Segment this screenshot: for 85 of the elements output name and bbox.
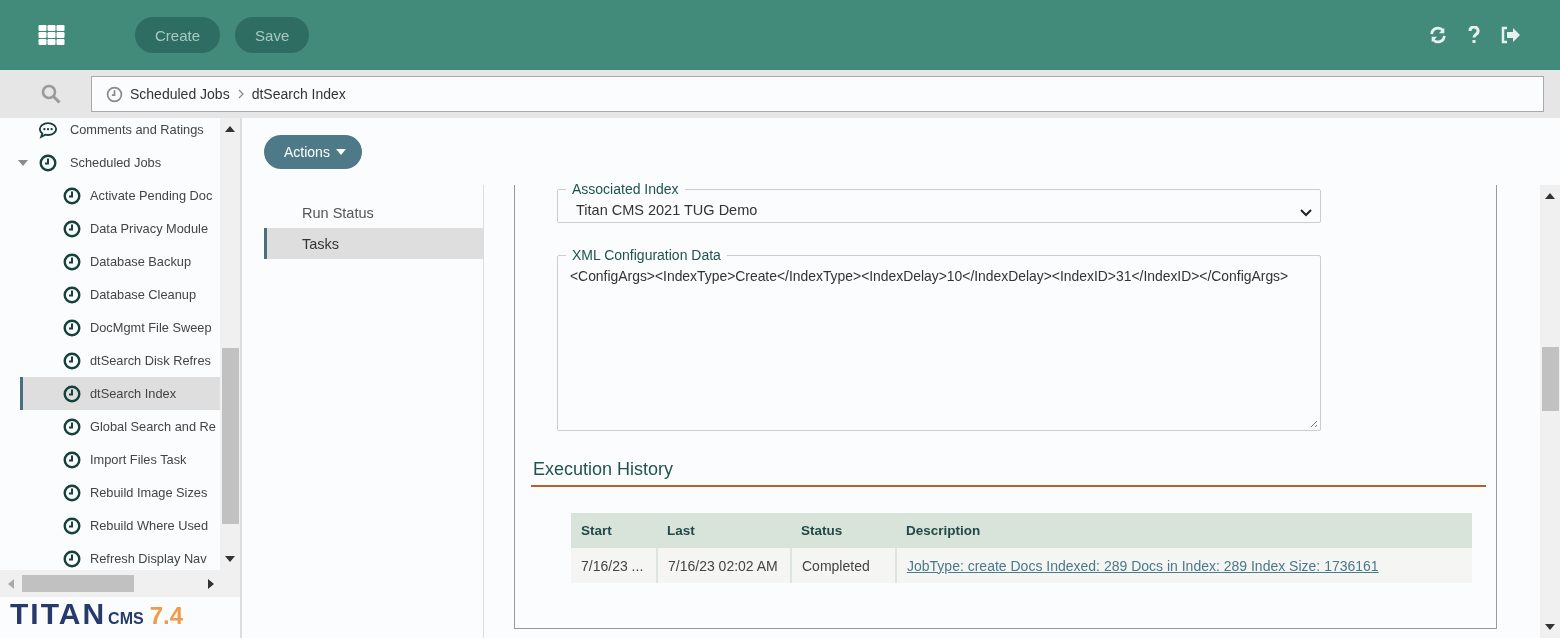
scroll-up-arrow-icon[interactable] [225, 126, 235, 132]
tree-item-label: Database Cleanup [90, 287, 196, 302]
tree-item[interactable]: Database Backup [20, 245, 220, 278]
xml-text: <ConfigArgs><IndexType>Create</IndexType><IndexDelay>10</IndexDelay><IndexID>31</IndexID></ConfigArgs> [569, 267, 1290, 284]
clock-icon [62, 186, 82, 205]
tree-item-label: Data Privacy Module [90, 221, 209, 236]
tree-item[interactable]: Comments and Ratings [0, 113, 220, 146]
titan-cms-logo: TITAN CMS 7.4 [9, 597, 185, 632]
tree-item[interactable]: Activate Pending Doc [20, 179, 220, 212]
tree-item-label: Global Search and Re [90, 419, 216, 434]
scroll-left-arrow-icon[interactable] [8, 578, 14, 589]
refresh-icon[interactable] [1428, 26, 1448, 44]
breadcrumb-link[interactable]: Scheduled Jobs [130, 86, 230, 102]
scrollbar-thumb[interactable] [22, 575, 134, 592]
clock-icon [38, 153, 58, 172]
clock-icon [62, 285, 82, 304]
table-cell: 7/16/23 ... [571, 548, 657, 583]
column-header: Last [657, 513, 791, 548]
tree-item-label: Comments and Ratings [70, 122, 204, 137]
column-header: Description [896, 513, 1472, 548]
field-label: XML Configuration Data [571, 247, 722, 263]
tree-item[interactable]: Refresh Display Nav [20, 542, 220, 570]
tree-item[interactable]: Rebuild Where Used [20, 509, 220, 542]
caret-icon [335, 148, 346, 155]
tree-item[interactable]: dtSearch Disk Refres [20, 344, 220, 377]
clock-icon [62, 219, 82, 238]
help-icon[interactable] [1468, 26, 1480, 44]
tree-item-label: DocMgmt File Sweep [90, 320, 212, 335]
clock-icon [62, 450, 82, 469]
tree-item-label: Refresh Display Nav [90, 551, 207, 566]
search-icon[interactable] [41, 84, 61, 104]
vertical-scrollbar[interactable] [1540, 185, 1560, 638]
clock-icon [62, 516, 82, 535]
apps-grid-icon[interactable] [38, 25, 65, 45]
resize-grip-icon[interactable] [1308, 418, 1318, 428]
tree-item[interactable]: Rebuild Image Sizes [20, 476, 220, 509]
speech-bubble-icon [38, 120, 58, 139]
tree-item-label: dtSearch Index [90, 386, 177, 401]
clock-icon [62, 384, 82, 403]
horizontal-scrollbar[interactable] [0, 570, 240, 597]
tree-item[interactable]: dtSearch Index [20, 377, 220, 410]
scroll-up-arrow-icon[interactable] [1545, 193, 1555, 199]
tree-item[interactable]: Database Cleanup [20, 278, 220, 311]
field-label: Associated Index [571, 181, 680, 197]
clock-icon [62, 351, 82, 370]
tree-item[interactable]: Scheduled Jobs [0, 146, 220, 179]
tree-item-label: dtSearch Disk Refres [90, 353, 211, 368]
tree-item-label: Scheduled Jobs [70, 155, 162, 170]
table-cell: Completed [791, 548, 896, 583]
table-cell: 7/16/23 02:02 AM [657, 548, 791, 583]
tree-item-label: Rebuild Where Used [90, 518, 209, 533]
section-heading: Execution History [531, 459, 1486, 487]
column-header: Status [791, 513, 896, 548]
dropdown-value: Titan CMS 2021 TUG Demo [576, 201, 758, 218]
breadcrumb-link[interactable]: dtSearch Index [251, 86, 346, 102]
tree-item-label: Rebuild Image Sizes [90, 485, 208, 500]
tree-item[interactable]: Import Files Task [20, 443, 220, 476]
scroll-right-arrow-icon[interactable] [208, 578, 214, 589]
tree-item-label: Database Backup [90, 254, 192, 269]
index-dropdown[interactable]: Associated Index Titan CMS 2021 TUG Demo [557, 181, 1321, 223]
scrollbar-thumb[interactable] [221, 348, 239, 524]
xml-text-area[interactable]: XML Configuration Data <ConfigArgs><IndexType>Create</IndexType><IndexDelay>10</IndexDelay><IndexID>31</IndexID></ConfigArgs> [557, 247, 1321, 431]
vertical-scrollbar[interactable] [220, 118, 240, 570]
clock-icon [106, 85, 123, 103]
chevron-icon [237, 89, 244, 99]
clock-icon [62, 549, 82, 568]
scroll-down-arrow-icon[interactable] [225, 556, 235, 562]
tree-item[interactable]: Global Search and Re [20, 410, 220, 443]
tree-item[interactable]: DocMgmt File Sweep [20, 311, 220, 344]
tree-item-label: Activate Pending Doc [90, 188, 213, 203]
side-tab[interactable]: Tasks [264, 228, 483, 259]
clock-icon [62, 417, 82, 436]
clock-icon [62, 318, 82, 337]
scrollbar-thumb[interactable] [1541, 347, 1559, 411]
logout-icon[interactable] [1500, 26, 1520, 44]
column-header: Start [571, 513, 657, 548]
chevron-down-icon [1300, 209, 1312, 217]
side-tab[interactable]: Run Status [264, 197, 483, 228]
actions-button[interactable]: Actions [264, 134, 362, 169]
expand-caret-icon[interactable] [18, 159, 28, 166]
scroll-down-arrow-icon[interactable] [1545, 624, 1555, 630]
clock-icon [62, 252, 82, 271]
clock-icon [62, 483, 82, 502]
tree-item-label: Import Files Task [90, 452, 187, 467]
tree-item[interactable]: Data Privacy Module [20, 212, 220, 245]
